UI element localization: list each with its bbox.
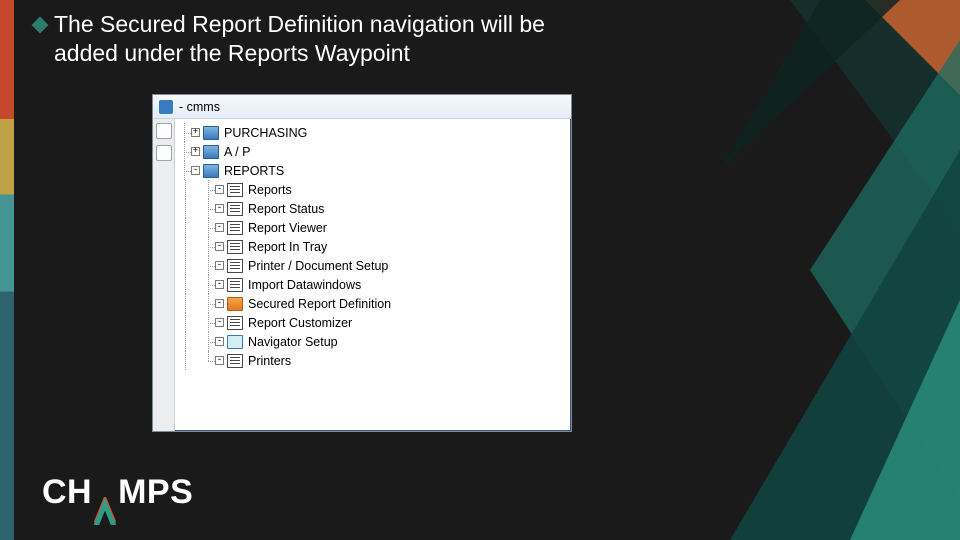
tree-expander-icon[interactable]: - xyxy=(215,337,224,346)
tree-expander-icon[interactable]: - xyxy=(215,280,224,289)
tree-child-node[interactable]: - Import Datawindows xyxy=(177,275,567,294)
window-left-toolbar xyxy=(153,119,175,431)
report-icon xyxy=(227,202,243,216)
champs-logo: CH MPS xyxy=(42,473,193,512)
tree-node-label: PURCHASING xyxy=(223,126,307,140)
tree-child-node[interactable]: - Report In Tray xyxy=(177,237,567,256)
left-accent-stripe xyxy=(0,0,14,540)
tree-node-label: Secured Report Definition xyxy=(247,297,391,311)
tree-node-label: REPORTS xyxy=(223,164,284,178)
navigation-tree[interactable]: + PURCHASING + A / P - REPORTS - Reports - Report… xyxy=(175,119,571,431)
tree-child-node[interactable]: - Navigator Setup xyxy=(177,332,567,351)
report-icon xyxy=(227,316,243,330)
tree-node-label: Report In Tray xyxy=(247,240,327,254)
tree-child-node[interactable]: - Reports xyxy=(177,180,567,199)
window-body: + PURCHASING + A / P - REPORTS - Reports - Report… xyxy=(153,119,571,431)
tree-expander-icon[interactable]: - xyxy=(215,299,224,308)
toolbar-button-2[interactable] xyxy=(156,145,172,161)
tree-node-label: Reports xyxy=(247,183,292,197)
report-icon xyxy=(227,240,243,254)
folder-icon xyxy=(203,126,219,140)
tree-child-node[interactable]: - Report Viewer xyxy=(177,218,567,237)
window-app-icon xyxy=(159,100,173,114)
tree-child-node[interactable]: - Report Status xyxy=(177,199,567,218)
tree-node-label: Report Viewer xyxy=(247,221,327,235)
folder-icon xyxy=(203,164,219,178)
monitor-icon xyxy=(227,335,243,349)
tree-expander-icon[interactable]: - xyxy=(215,242,224,251)
report-icon xyxy=(227,183,243,197)
logo-part-mps: MPS xyxy=(118,473,193,512)
window-title-text: - cmms xyxy=(179,100,220,114)
report-icon xyxy=(227,221,243,235)
tree-child-node[interactable]: - Report Customizer xyxy=(177,313,567,332)
report-icon xyxy=(227,354,243,368)
tree-expander-icon[interactable]: + xyxy=(191,128,200,137)
tree-expander-icon[interactable]: + xyxy=(191,147,200,156)
tree-expander-icon[interactable]: - xyxy=(215,223,224,232)
tree-node-label: Printer / Document Setup xyxy=(247,259,388,273)
logo-part-ch: CH xyxy=(42,473,92,512)
tree-node-label: Report Status xyxy=(247,202,324,216)
tree-top-node[interactable]: + A / P xyxy=(177,142,567,161)
tree-expander-icon[interactable]: - xyxy=(215,318,224,327)
tree-node-label: A / P xyxy=(223,145,250,159)
app-window: - cmms + PURCHASING + A / P - REPORTS - Reports… xyxy=(152,94,572,432)
tree-expander-icon[interactable]: - xyxy=(215,204,224,213)
tree-node-label: Navigator Setup xyxy=(247,335,338,349)
tree-top-node[interactable]: + PURCHASING xyxy=(177,123,567,142)
tree-expander-icon[interactable]: - xyxy=(215,356,224,365)
tree-child-node[interactable]: - Secured Report Definition xyxy=(177,294,567,313)
decorative-polygons xyxy=(640,0,960,540)
orange-icon xyxy=(227,297,243,311)
tree-top-node[interactable]: - REPORTS xyxy=(177,161,567,180)
folder-icon xyxy=(203,145,219,159)
window-titlebar: - cmms xyxy=(153,95,571,119)
bullet-diamond-icon xyxy=(32,17,49,34)
tree-expander-icon[interactable]: - xyxy=(215,261,224,270)
tree-expander-icon[interactable]: - xyxy=(191,166,200,175)
slide: The Secured Report Definition navigation… xyxy=(0,0,960,540)
toolbar-button-1[interactable] xyxy=(156,123,172,139)
tree-node-label: Printers xyxy=(247,354,291,368)
tree-child-node[interactable]: - Printers xyxy=(177,351,567,370)
report-icon xyxy=(227,259,243,273)
tree-node-label: Report Customizer xyxy=(247,316,352,330)
bullet-text: The Secured Report Definition navigation… xyxy=(54,10,614,68)
tree-child-node[interactable]: - Printer / Document Setup xyxy=(177,256,567,275)
report-icon xyxy=(227,278,243,292)
bullet-row: The Secured Report Definition navigation… xyxy=(34,10,614,68)
tree-expander-icon[interactable]: - xyxy=(215,185,224,194)
tree-node-label: Import Datawindows xyxy=(247,278,361,292)
